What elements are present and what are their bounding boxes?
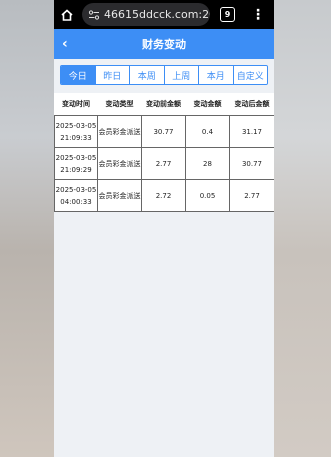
cell-after: 31.17: [229, 115, 274, 148]
cell-clock: 21:09:33: [60, 133, 92, 142]
page-header: ‹ 财务变动: [54, 29, 274, 59]
cell-before: 2.72: [141, 179, 186, 212]
browser-toolbar: 46615ddcck.com:2083/ 9 ⋮: [54, 0, 274, 29]
table-row: 2025-03-05 21:09:33 会员彩金派送 30.77 0.4 31.1…: [54, 115, 274, 148]
phone-screen: 46615ddcck.com:2083/ 9 ⋮ ‹ 财务变动 今日 昨日 本周…: [54, 0, 274, 457]
tab-custom[interactable]: 自定义: [233, 66, 267, 84]
column-header-amount: 变动金额: [185, 93, 230, 116]
cell-clock: 04:00:33: [60, 197, 92, 206]
cell-after: 30.77: [229, 147, 274, 180]
tab-switcher-icon[interactable]: 9: [220, 7, 235, 22]
cell-amount: 28: [185, 147, 230, 180]
transactions-table: 变动时间 变动类型 变动前金额 变动金额 变动后金额 2025-03-05 21:…: [54, 93, 274, 212]
cell-type: 会员彩金派送: [97, 179, 142, 212]
cell-clock: 21:09:29: [60, 165, 92, 174]
address-bar[interactable]: 46615ddcck.com:2083/: [82, 3, 210, 26]
cell-time: 2025-03-05 04:00:33: [54, 179, 98, 212]
more-vert-icon[interactable]: ⋮: [251, 8, 265, 22]
tab-this-week[interactable]: 本周: [130, 66, 165, 84]
cell-amount: 0.05: [185, 179, 230, 212]
page-title: 财务变动: [142, 38, 186, 51]
cell-time: 2025-03-05 21:09:29: [54, 147, 98, 180]
url-text: 46615ddcck.com:2083/: [104, 8, 210, 21]
tab-this-month[interactable]: 本月: [199, 66, 234, 84]
table-header-row: 变动时间 变动类型 变动前金额 变动金额 变动后金额: [54, 93, 274, 116]
cell-before: 30.77: [141, 115, 186, 148]
table-row: 2025-03-05 04:00:33 会员彩金派送 2.72 0.05 2.77: [54, 179, 274, 212]
home-icon[interactable]: [58, 6, 76, 24]
cell-type: 会员彩金派送: [97, 147, 142, 180]
cell-after: 2.77: [229, 179, 274, 212]
cell-date: 2025-03-05: [55, 121, 97, 130]
cell-time: 2025-03-05 21:09:33: [54, 115, 98, 148]
table-row: 2025-03-05 21:09:29 会员彩金派送 2.77 28 30.77: [54, 147, 274, 180]
cell-before: 2.77: [141, 147, 186, 180]
cell-amount: 0.4: [185, 115, 230, 148]
cell-date: 2025-03-05: [55, 153, 97, 162]
date-filter-tabs: 今日 昨日 本周 上周 本月 自定义: [60, 65, 268, 85]
column-header-type: 变动类型: [97, 93, 142, 116]
tab-last-week[interactable]: 上周: [164, 66, 199, 84]
cell-type: 会员彩金派送: [97, 115, 142, 148]
column-header-after: 变动后金额: [229, 93, 274, 116]
column-header-time: 变动时间: [54, 93, 98, 116]
background-right: [274, 0, 331, 457]
site-settings-icon[interactable]: [88, 9, 100, 21]
cell-date: 2025-03-05: [55, 185, 97, 194]
column-header-before: 变动前金额: [141, 93, 186, 116]
tab-yesterday[interactable]: 昨日: [95, 66, 130, 84]
tab-today[interactable]: 今日: [61, 66, 96, 84]
background-left: [0, 0, 54, 457]
chevron-left-icon[interactable]: ‹: [62, 36, 68, 52]
